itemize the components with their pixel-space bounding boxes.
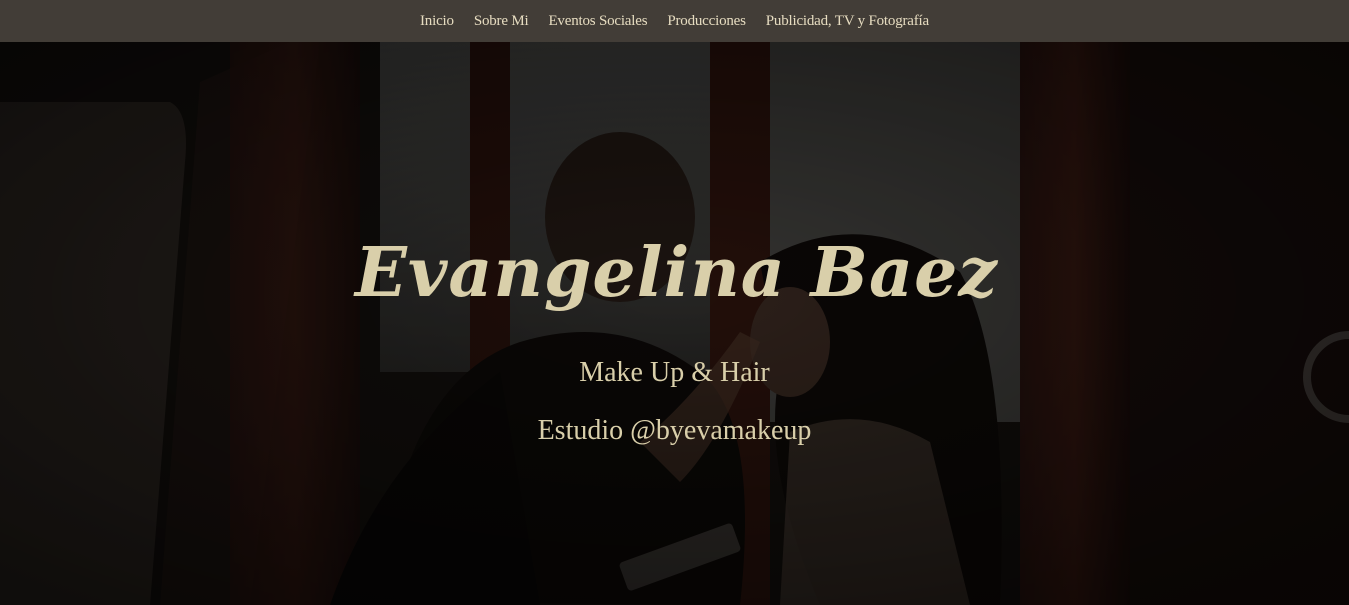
nav-item-sobre-mi[interactable]: Sobre Mi [474, 12, 529, 30]
hero-section: Evangelina Baez Make Up & Hair Estudio @… [0, 42, 1349, 605]
main-nav: Inicio Sobre Mi Eventos Sociales Producc… [0, 0, 1349, 42]
hero-subtitle: Make Up & Hair [579, 357, 770, 388]
hero-title: Evangelina Baez [355, 233, 998, 313]
nav-item-producciones[interactable]: Producciones [667, 12, 746, 30]
nav-item-inicio[interactable]: Inicio [420, 12, 454, 30]
hero-studio-handle: Estudio @byevamakeup [537, 415, 812, 446]
nav-item-eventos-sociales[interactable]: Eventos Sociales [548, 12, 647, 30]
nav-item-publicidad-tv-fotografia[interactable]: Publicidad, TV y Fotografía [766, 12, 929, 30]
hero-background-photo [0, 42, 1349, 605]
